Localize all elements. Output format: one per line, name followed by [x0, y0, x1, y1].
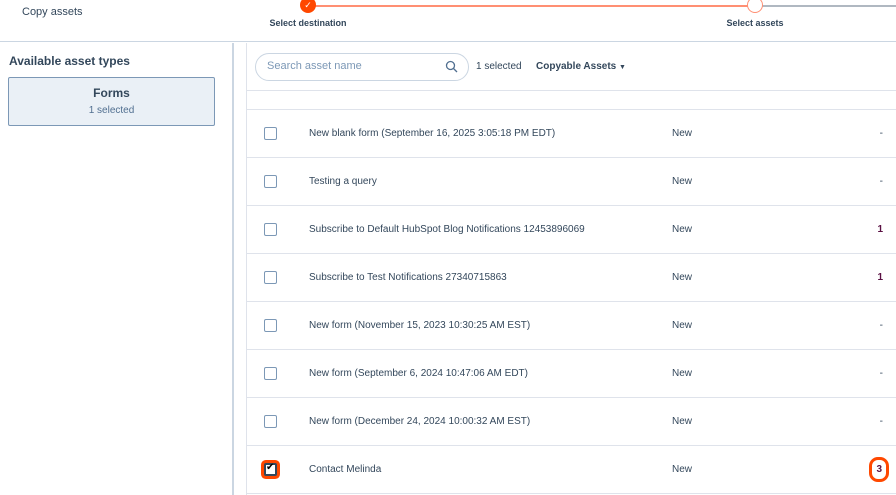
- asset-type-name: Forms: [93, 86, 130, 100]
- asset-dependency-count[interactable]: 1: [877, 224, 883, 235]
- row-checkbox[interactable]: [264, 319, 277, 332]
- asset-name: Contact Melinda: [309, 464, 382, 475]
- header: Copy assets ✓ Select destination Select …: [0, 0, 896, 42]
- step-done-check-icon: ✓: [300, 0, 316, 13]
- asset-name: New form (November 15, 2023 10:30:25 AM …: [309, 320, 531, 331]
- table-row[interactable]: New form (September 6, 2024 10:47:06 AM …: [247, 350, 896, 398]
- asset-name: Subscribe to Test Notifications 27340715…: [309, 272, 507, 283]
- table-row[interactable]: New form (November 15, 2023 10:30:25 AM …: [247, 302, 896, 350]
- row-checkbox[interactable]: [264, 367, 277, 380]
- asset-dependency-count: -: [879, 368, 883, 379]
- asset-status: New: [672, 368, 693, 379]
- asset-status: New: [672, 176, 693, 187]
- asset-name: New form (December 24, 2024 10:00:32 AM …: [309, 416, 531, 427]
- asset-status: New: [672, 272, 693, 283]
- dropdown-label: Copyable Assets: [536, 61, 617, 72]
- asset-types-panel: Available asset types Forms 1 selected: [0, 43, 234, 495]
- step-select-assets[interactable]: Select assets: [726, 18, 783, 28]
- search-box[interactable]: [255, 53, 469, 81]
- table-row-partial: [247, 92, 896, 110]
- asset-dependency-count: -: [879, 320, 883, 331]
- asset-type-forms[interactable]: Forms 1 selected: [8, 77, 215, 126]
- asset-dependency-count: -: [879, 176, 883, 187]
- toolbar: 1 selected Copyable Assets ▼: [247, 43, 896, 91]
- table-row[interactable]: Contact Melinda New 3: [247, 446, 896, 494]
- row-checkbox[interactable]: [264, 462, 277, 476]
- row-checkbox[interactable]: [264, 415, 277, 428]
- table-row[interactable]: New form (December 24, 2024 10:00:32 AM …: [247, 398, 896, 446]
- caret-down-icon: ▼: [619, 64, 626, 71]
- asset-types-heading: Available asset types: [9, 54, 130, 68]
- asset-name: New form (September 6, 2024 10:47:06 AM …: [309, 368, 528, 379]
- table-row[interactable]: Testing a query New -: [247, 158, 896, 206]
- row-checkbox[interactable]: [264, 271, 277, 284]
- progress-line-complete: [308, 5, 755, 7]
- asset-dependency-count[interactable]: 1: [877, 272, 883, 283]
- asset-status: New: [672, 416, 693, 427]
- asset-name: New blank form (September 16, 2025 3:05:…: [309, 128, 556, 139]
- selected-count: 1 selected: [476, 61, 522, 72]
- search-input[interactable]: [267, 60, 437, 72]
- asset-dependency-count: -: [879, 416, 883, 427]
- row-checkbox[interactable]: [264, 127, 277, 140]
- asset-name: Testing a query: [309, 176, 377, 187]
- page-title: Copy assets: [22, 6, 83, 18]
- asset-list: New blank form (September 16, 2025 3:05:…: [247, 92, 896, 495]
- asset-name: Subscribe to Default HubSpot Blog Notifi…: [309, 224, 585, 235]
- table-row[interactable]: New blank form (September 16, 2025 3:05:…: [247, 110, 896, 158]
- asset-status: New: [672, 320, 693, 331]
- asset-status: New: [672, 224, 693, 235]
- asset-status: New: [672, 464, 693, 475]
- asset-dependency-count[interactable]: 3: [869, 457, 889, 482]
- copyable-assets-dropdown[interactable]: Copyable Assets ▼: [536, 61, 626, 72]
- row-checkbox[interactable]: [264, 175, 277, 188]
- table-row[interactable]: Subscribe to Default HubSpot Blog Notifi…: [247, 206, 896, 254]
- progress-line-remaining: [755, 5, 896, 7]
- asset-type-selected: 1 selected: [88, 105, 135, 116]
- asset-status: New: [672, 128, 693, 139]
- asset-dependency-count: -: [879, 128, 883, 139]
- row-checkbox[interactable]: [264, 223, 277, 236]
- step-current-icon: [747, 0, 763, 13]
- assets-panel: 1 selected Copyable Assets ▼ New blank f…: [246, 43, 896, 495]
- table-row[interactable]: Subscribe to Test Notifications 27340715…: [247, 254, 896, 302]
- search-icon[interactable]: [445, 60, 458, 78]
- step-select-destination[interactable]: Select destination: [269, 18, 346, 28]
